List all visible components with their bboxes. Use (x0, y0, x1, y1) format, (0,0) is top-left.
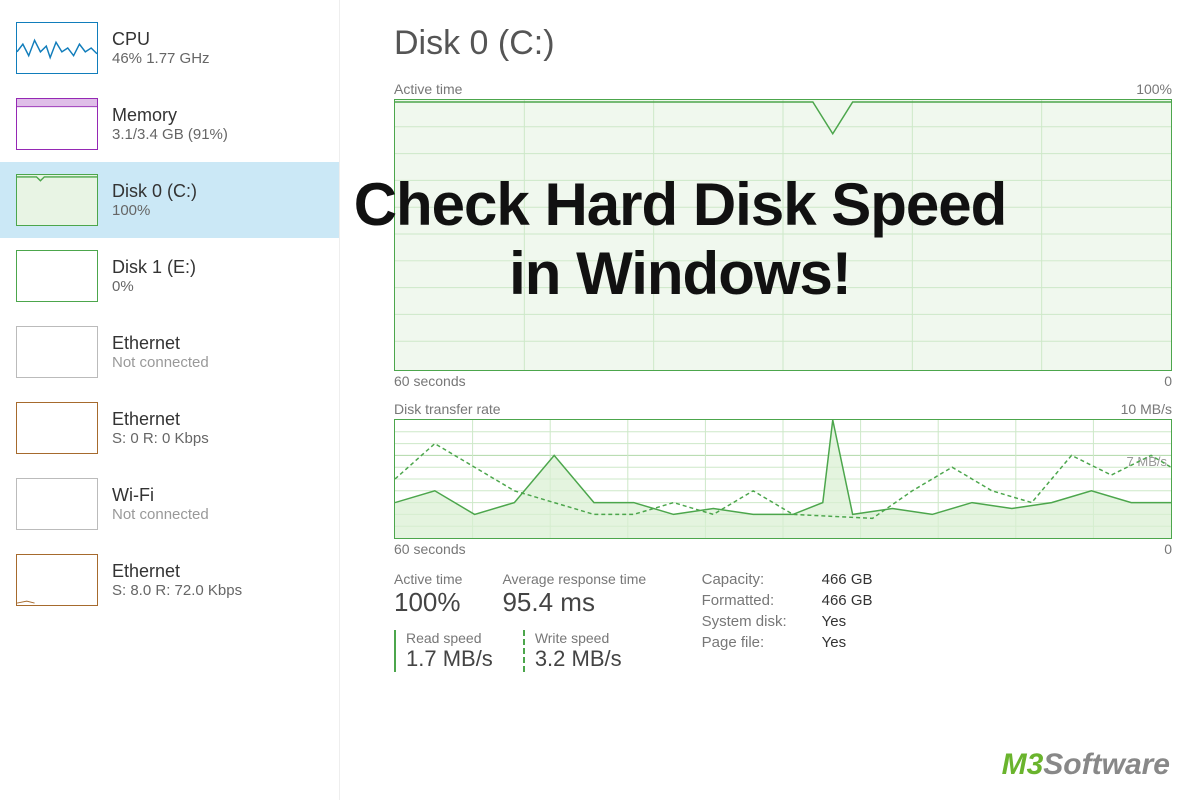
sidebar-item-cpu[interactable]: CPU 46% 1.77 GHz (0, 10, 339, 86)
transfer-label: Disk transfer rate (394, 401, 501, 417)
axis-left: 60 seconds (394, 373, 466, 389)
sidebar-item-title: Memory (112, 105, 228, 126)
sidebar-item-title: Disk 1 (E:) (112, 257, 196, 278)
axis-left-2: 60 seconds (394, 541, 466, 557)
axis-right-2: 0 (1164, 541, 1172, 557)
sidebar-item-sub: Not connected (112, 354, 209, 371)
transfer-rate-chart: 7 MB/s (394, 419, 1172, 539)
sidebar-item-ethernet-1[interactable]: Ethernet Not connected (0, 314, 339, 390)
m3-software-logo: M3Software (1002, 748, 1170, 782)
disk-thumb-icon (16, 174, 98, 226)
system-disk-label: System disk: (702, 613, 822, 630)
sidebar-item-memory[interactable]: Memory 3.1/3.4 GB (91%) (0, 86, 339, 162)
page-file-label: Page file: (702, 634, 822, 651)
active-time-stat-label: Active time (394, 571, 462, 587)
ethernet-thumb-icon (16, 554, 98, 606)
write-speed-value: 3.2 MB/s (535, 646, 622, 672)
active-time-chart (394, 99, 1172, 371)
active-time-label: Active time (394, 81, 462, 97)
sidebar-item-title: Ethernet (112, 409, 209, 430)
transfer-max: 10 MB/s (1121, 401, 1172, 417)
ethernet-thumb-icon (16, 326, 98, 378)
system-disk-value: Yes (822, 613, 846, 630)
sidebar-item-wifi[interactable]: Wi-Fi Not connected (0, 466, 339, 542)
read-speed-value: 1.7 MB/s (406, 646, 493, 672)
read-speed-label: Read speed (406, 630, 493, 646)
sidebar-item-sub: 3.1/3.4 GB (91%) (112, 126, 228, 143)
sidebar-item-sub: S: 0 R: 0 Kbps (112, 430, 209, 447)
stats-section: Active time 100% Average response time 9… (394, 571, 1172, 672)
sidebar-item-title: Ethernet (112, 561, 242, 582)
ethernet-thumb-icon (16, 402, 98, 454)
cpu-thumb-icon (16, 22, 98, 74)
active-time-max: 100% (1136, 81, 1172, 97)
page-title: Disk 0 (C:) (394, 24, 1172, 63)
sidebar-item-ethernet-3[interactable]: Ethernet S: 8.0 R: 72.0 Kbps (0, 542, 339, 618)
avg-response-value: 95.4 ms (502, 587, 646, 618)
sidebar-item-title: Ethernet (112, 333, 209, 354)
sidebar-item-ethernet-2[interactable]: Ethernet S: 0 R: 0 Kbps (0, 390, 339, 466)
sidebar-item-disk0[interactable]: Disk 0 (C:) 100% (0, 162, 339, 238)
active-time-stat-value: 100% (394, 587, 462, 618)
sidebar-item-sub: S: 8.0 R: 72.0 Kbps (112, 582, 242, 599)
capacity-label: Capacity: (702, 571, 822, 588)
wifi-thumb-icon (16, 478, 98, 530)
sidebar-item-sub: 0% (112, 278, 196, 295)
main-panel: Disk 0 (C:) Active time 100% 60 seconds … (340, 0, 1200, 800)
sidebar-item-disk1[interactable]: Disk 1 (E:) 0% (0, 238, 339, 314)
sidebar[interactable]: CPU 46% 1.77 GHz Memory 3.1/3.4 GB (91%) (0, 0, 340, 800)
sidebar-item-title: CPU (112, 29, 210, 50)
sidebar-item-title: Disk 0 (C:) (112, 181, 197, 202)
write-speed-label: Write speed (535, 630, 622, 646)
capacity-value: 466 GB (822, 571, 873, 588)
sidebar-item-sub: Not connected (112, 506, 209, 523)
sidebar-item-title: Wi-Fi (112, 485, 209, 506)
memory-thumb-icon (16, 98, 98, 150)
axis-right: 0 (1164, 373, 1172, 389)
sidebar-item-sub: 46% 1.77 GHz (112, 50, 210, 67)
sidebar-item-sub: 100% (112, 202, 197, 219)
formatted-label: Formatted: (702, 592, 822, 609)
page-file-value: Yes (822, 634, 846, 651)
disk-thumb-icon (16, 250, 98, 302)
avg-response-label: Average response time (502, 571, 646, 587)
formatted-value: 466 GB (822, 592, 873, 609)
